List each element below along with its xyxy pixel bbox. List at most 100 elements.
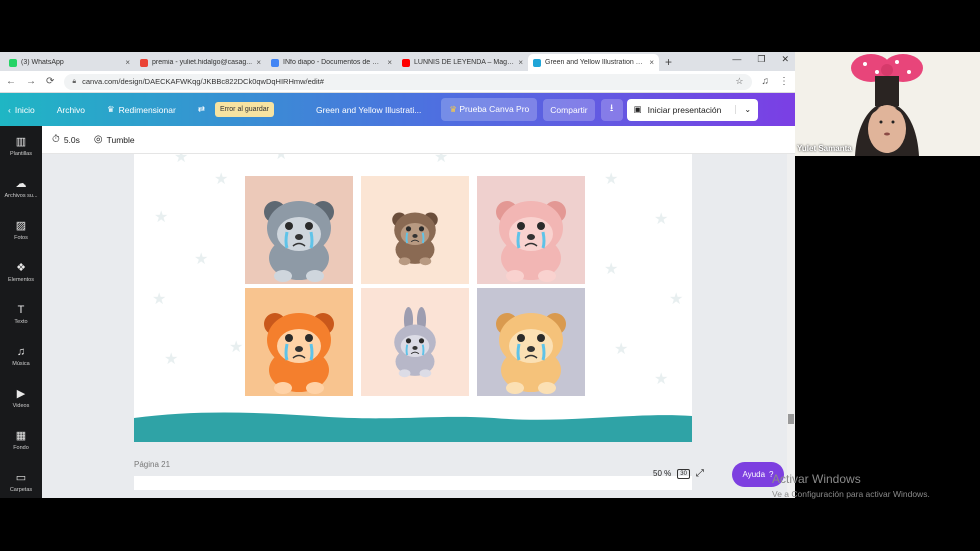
svg-text:★: ★ xyxy=(194,251,208,268)
url-input[interactable]: 🔒︎ canva.com/design/DAECKAFWKqg/JKBBc822… xyxy=(64,73,752,90)
image-tile-bunny[interactable] xyxy=(361,288,469,396)
try-pro-button[interactable]: ♛ Prueba Canva Pro xyxy=(441,98,538,121)
timer-icon: ⏱ xyxy=(52,134,60,145)
image-tile-raccoon[interactable] xyxy=(245,176,353,284)
resize-button[interactable]: ♛ Redimensionar xyxy=(107,104,176,115)
transition-button[interactable]: ◎ Tumble xyxy=(94,134,135,145)
svg-text:★: ★ xyxy=(152,291,166,308)
dog-illustration xyxy=(496,313,566,394)
forward-icon[interactable]: → xyxy=(26,76,36,87)
page-grid-button[interactable]: 30 xyxy=(677,468,690,479)
browser-tab[interactable]: LUNNIS DE LEYENDA – Magal... × xyxy=(397,54,528,71)
tab-title: premia - yuliet.hidalgo@casag... xyxy=(152,59,253,66)
design-page[interactable]: ★ ★ ★ ★ ★ ★ ★ ★ ★ ★ ★ ★ ★ ★ ★ xyxy=(134,154,692,442)
sidebar-item-label: Carpetas xyxy=(9,487,33,493)
new-tab-button[interactable]: + xyxy=(665,54,672,71)
browser-tab[interactable]: premia - yuliet.hidalgo@casag... × xyxy=(135,54,266,71)
bunny-illustration xyxy=(394,307,436,378)
file-menu-button[interactable]: Archivo xyxy=(57,105,85,115)
browser-tab[interactable]: Green and Yellow Illustration B... × xyxy=(528,54,659,71)
browser-window: (3) WhatsApp × premia - yuliet.hidalgo@cas… xyxy=(0,52,795,498)
scroll-thumb[interactable] xyxy=(788,414,794,424)
address-bar: ← → ⟳ 🔒︎ canva.com/design/DAECKAFWKqg/JK… xyxy=(0,71,795,93)
sidebar-item-label: Videos xyxy=(12,403,30,409)
canva-header: ‹ Inicio Archivo ♛ Redimensionar ⇄ Error… xyxy=(0,93,795,126)
chevron-down-icon[interactable]: ⌄ xyxy=(735,105,751,114)
svg-text:★: ★ xyxy=(654,371,668,388)
minimize-icon[interactable]: — xyxy=(732,54,741,65)
browser-tab[interactable]: INfo diapo - Documentos de G... × xyxy=(266,54,397,71)
favicon-icon xyxy=(140,58,148,67)
menu-kebab-icon[interactable]: ⋮ xyxy=(779,76,789,87)
bookmark-star-icon[interactable]: ☆ xyxy=(735,76,743,87)
share-button[interactable]: Compartir xyxy=(543,98,595,121)
duration-button[interactable]: ⏱ 5.0s xyxy=(52,134,80,145)
zoom-control[interactable]: 50 % 30 ⤢ xyxy=(653,468,704,479)
maximize-icon[interactable]: ❐ xyxy=(757,54,765,65)
vertical-scrollbar[interactable] xyxy=(787,154,795,498)
webcam-feed: Yulet Samanta xyxy=(795,52,980,156)
animation-icon: ◎ xyxy=(93,134,103,145)
close-window-icon[interactable]: ✕ xyxy=(781,54,789,65)
sidebar-item-label: Texto xyxy=(14,319,28,325)
save-error-badge[interactable]: Error al guardar xyxy=(214,102,274,117)
sidebar-item-música[interactable]: ♫ Música xyxy=(0,336,42,378)
image-tile-cat[interactable] xyxy=(477,176,585,284)
close-tab-icon[interactable]: × xyxy=(649,58,654,67)
sidebar-item-elementos[interactable]: ❖ Elementos xyxy=(0,252,42,294)
tab-title: (3) WhatsApp xyxy=(21,59,64,66)
sidebar-item-fondo[interactable]: ▦ Fondo xyxy=(0,420,42,462)
page-label: Página 21 xyxy=(134,460,171,469)
image-tile-tiger[interactable] xyxy=(245,288,353,396)
svg-text:★: ★ xyxy=(229,339,243,356)
image-tile-bear[interactable] xyxy=(361,176,469,284)
activation-subtitle: Ve a Configuración para activar Windows. xyxy=(772,489,930,499)
participant-name: Yulet Samanta xyxy=(797,144,852,153)
upload-cloud-icon: ☁ xyxy=(15,178,27,190)
svg-text:★: ★ xyxy=(164,351,178,368)
sidebar-item-label: Fondo xyxy=(13,445,29,451)
sidebar-item-plantillas[interactable]: ▥ Plantillas xyxy=(0,126,42,168)
sidebar-item-label: Plantillas xyxy=(9,151,32,157)
close-tab-icon[interactable]: × xyxy=(387,58,392,67)
close-tab-icon[interactable]: × xyxy=(256,58,261,67)
sidebar-item-carpetas[interactable]: ▭ Carpetas xyxy=(0,462,42,498)
sidebar: ▥ Plantillas ☁ Archivos su... ▨ Fotos ❖ Element… xyxy=(0,126,42,498)
templates-icon: ▥ xyxy=(15,136,27,148)
favicon-icon xyxy=(271,58,279,67)
present-button[interactable]: ▣ Iniciar presentación ⌄ xyxy=(626,98,759,121)
sync-icon[interactable]: ⇄ xyxy=(198,104,205,115)
tab-title: LUNNIS DE LEYENDA – Magal... xyxy=(414,59,515,66)
favicon-icon xyxy=(402,58,410,67)
photos-icon: ▨ xyxy=(15,220,27,232)
lock-icon: 🔒︎ xyxy=(72,77,77,85)
media-icon[interactable]: ♫ xyxy=(762,76,770,87)
browser-tab[interactable]: (3) WhatsApp × xyxy=(4,54,135,71)
favicon-icon xyxy=(533,58,541,67)
crown-icon: ♛ xyxy=(449,104,457,114)
fullscreen-icon[interactable]: ⤢ xyxy=(696,468,704,479)
sidebar-item-archivos-su[interactable]: ☁ Archivos su... xyxy=(0,168,42,210)
sidebar-item-label: Fotos xyxy=(14,235,28,241)
sidebar-item-texto[interactable]: T Texto xyxy=(0,294,42,336)
next-page-preview[interactable] xyxy=(134,476,692,490)
design-title[interactable]: Green and Yellow Illustrati... xyxy=(316,105,421,115)
url-text: canva.com/design/DAECKAFWKqg/JKBBc822DCk… xyxy=(82,77,324,86)
presentation-icon: ▣ xyxy=(633,104,642,114)
home-button[interactable]: ‹ Inicio xyxy=(8,105,35,115)
sidebar-item-videos[interactable]: ▶ Videos xyxy=(0,378,42,420)
download-icon[interactable]: ⭳ xyxy=(600,98,623,121)
sidebar-item-label: Archivos su... xyxy=(4,193,38,199)
svg-text:★: ★ xyxy=(604,261,618,278)
sidebar-item-fotos[interactable]: ▨ Fotos xyxy=(0,210,42,252)
svg-text:★: ★ xyxy=(669,291,683,308)
close-tab-icon[interactable]: × xyxy=(518,58,523,67)
back-icon[interactable]: ← xyxy=(6,76,16,87)
tab-title: Green and Yellow Illustration B... xyxy=(545,59,646,66)
zoom-level[interactable]: 50 % xyxy=(653,469,671,478)
close-tab-icon[interactable]: × xyxy=(125,58,130,67)
activation-title: Activar Windows xyxy=(772,472,861,486)
reload-icon[interactable]: ⟳ xyxy=(46,76,54,87)
image-tile-dog[interactable] xyxy=(477,288,585,396)
svg-text:★: ★ xyxy=(174,154,188,166)
